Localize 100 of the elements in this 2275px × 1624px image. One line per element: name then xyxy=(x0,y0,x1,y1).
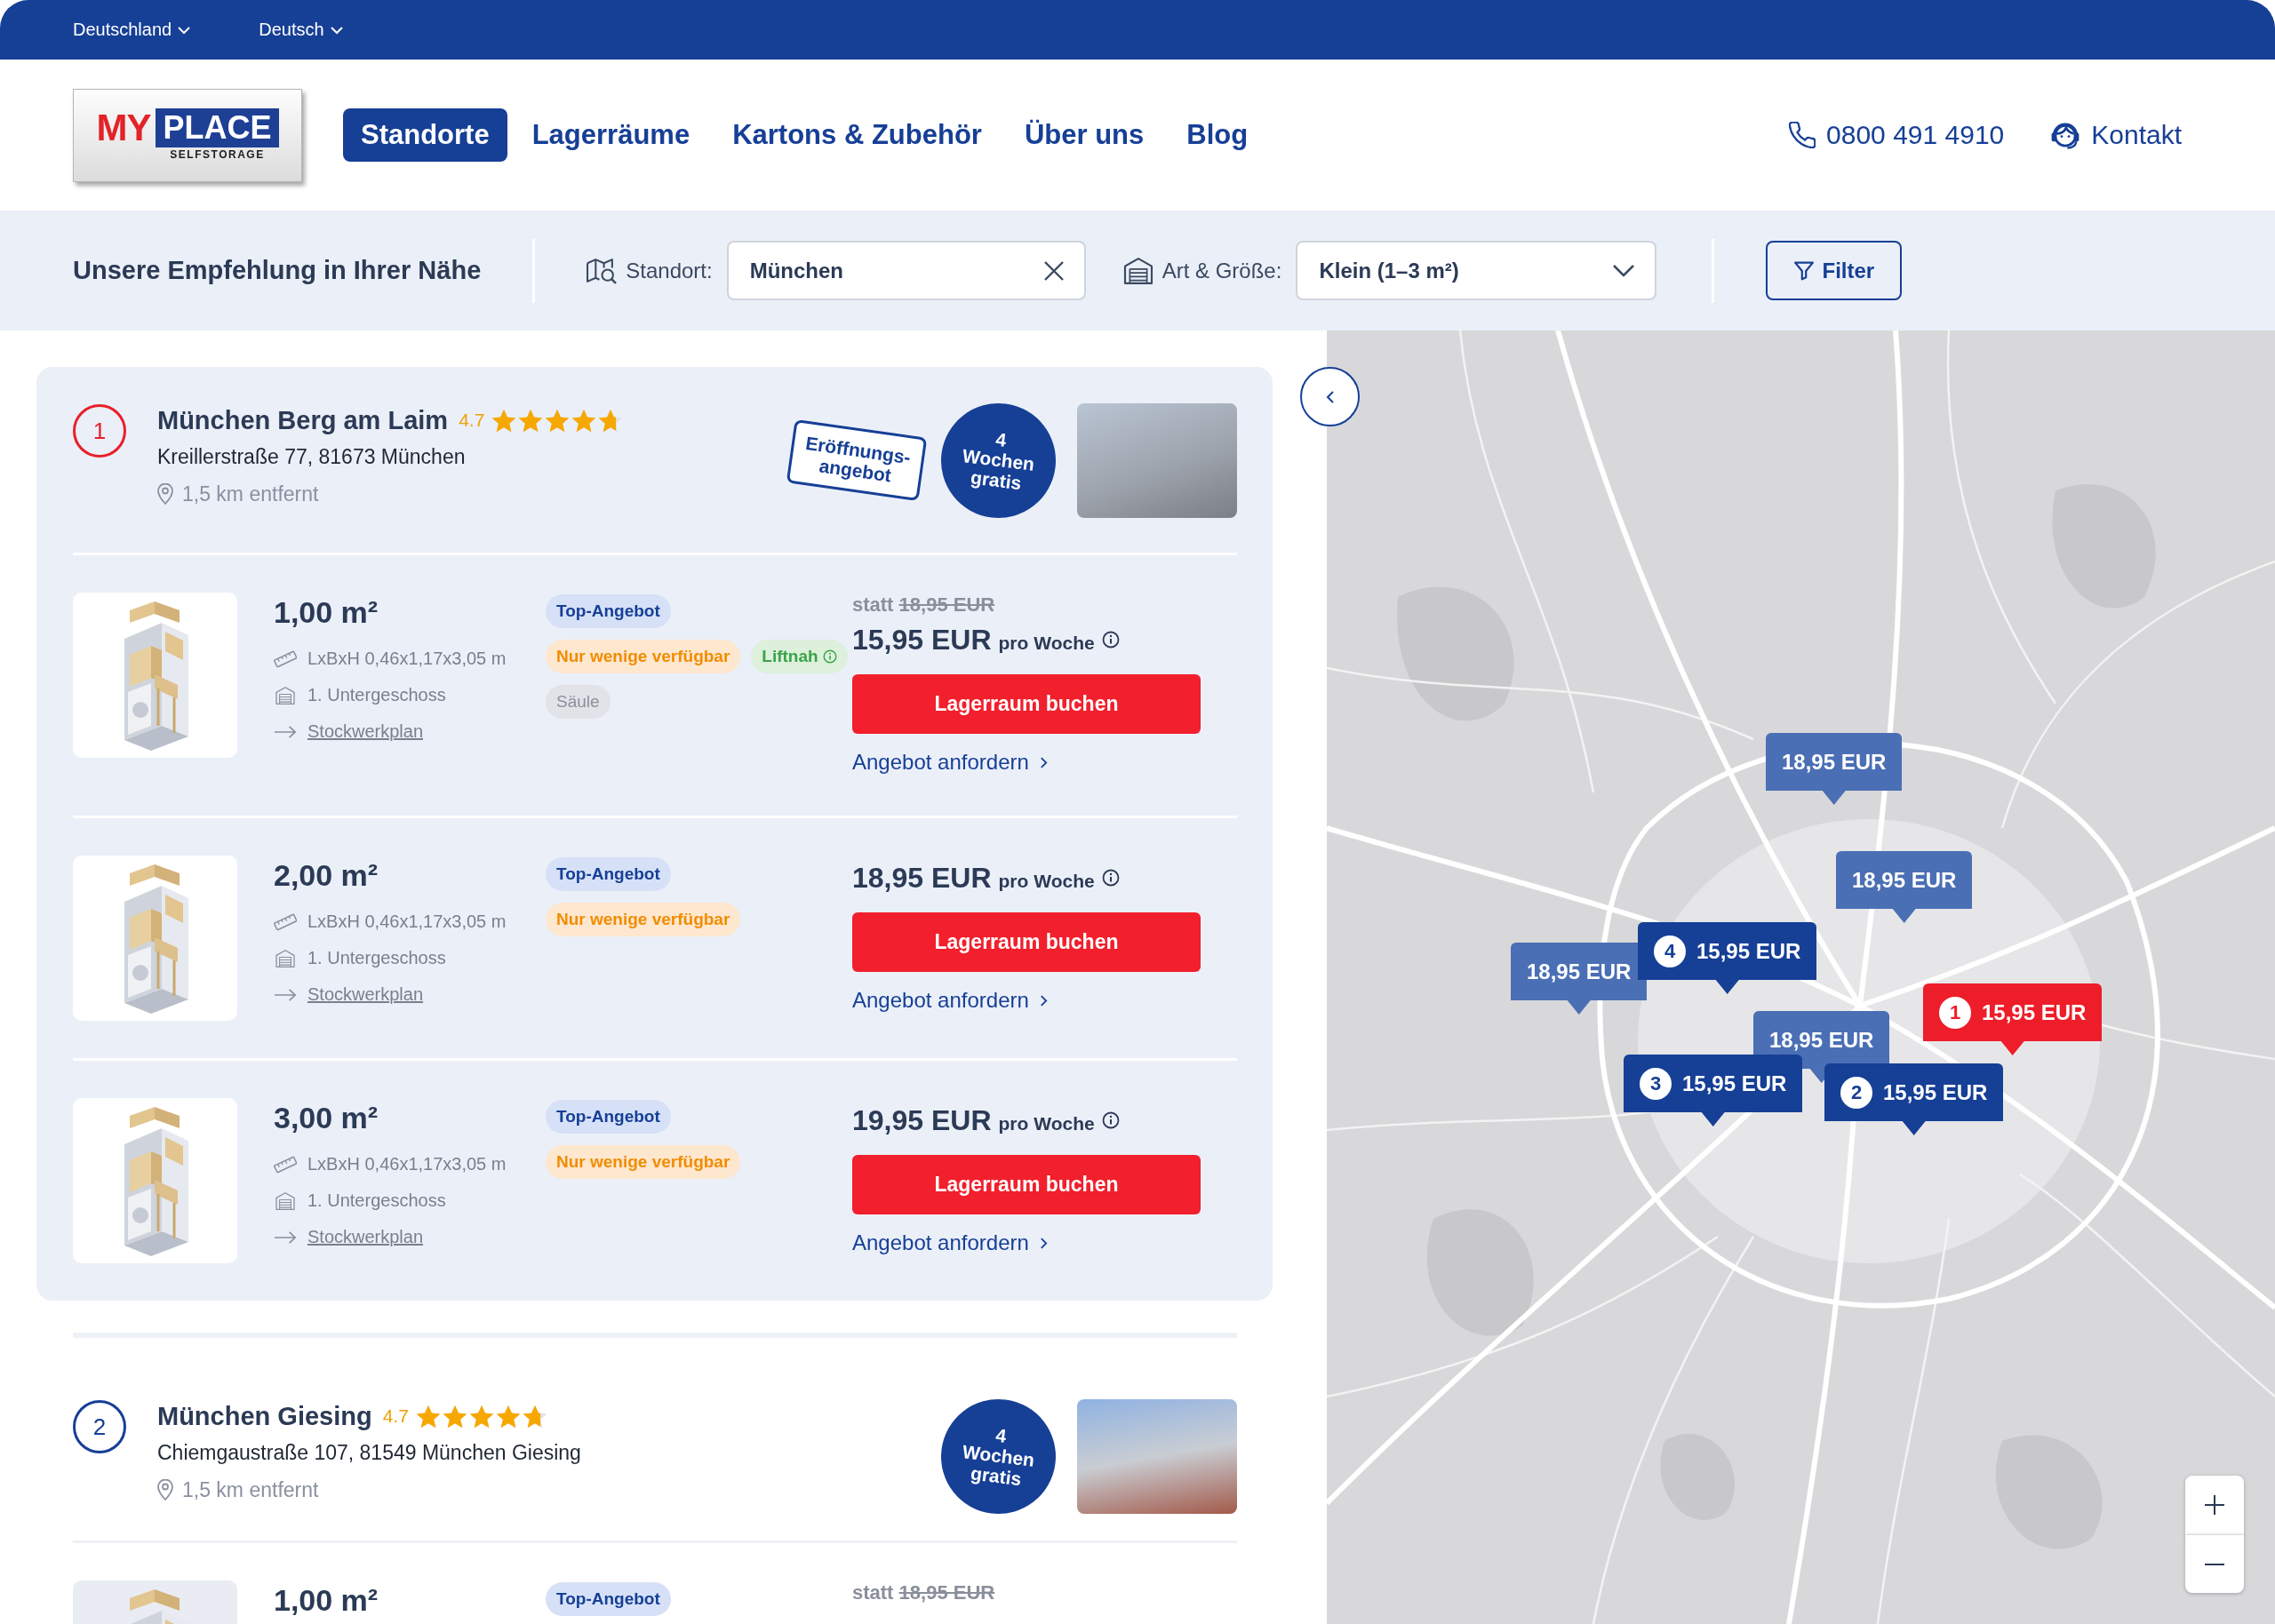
star-icon xyxy=(522,1404,547,1429)
price-unit: pro Woche xyxy=(998,1113,1095,1134)
nav-link[interactable]: Über uns xyxy=(1006,108,1162,162)
unit-detail: LxBxH 0,46x1,17x3,05 m xyxy=(307,1154,507,1174)
location-pin-icon xyxy=(157,1479,173,1501)
unit-size: 1,00 m² xyxy=(274,1582,379,1619)
info-icon[interactable] xyxy=(1101,1111,1120,1129)
marker-number: 1 xyxy=(1939,996,1971,1029)
availability-tag: Nur wenige verfügbar xyxy=(546,640,741,673)
storage-unit-drawing[interactable] xyxy=(73,1098,237,1263)
logo-tagline: SELFSTORAGE xyxy=(169,147,266,162)
map-search-icon xyxy=(587,257,618,284)
feature-tag: Säule xyxy=(546,685,611,719)
chevron-down-icon xyxy=(329,25,344,35)
info-icon[interactable] xyxy=(1101,631,1120,649)
location-pin-icon xyxy=(157,483,173,505)
contact-link[interactable]: Kontakt xyxy=(2050,120,2182,150)
chevron-down-icon xyxy=(177,25,192,35)
garage-icon xyxy=(274,1191,297,1210)
chevron-right-icon xyxy=(1039,993,1048,1007)
marker-number: 4 xyxy=(1654,935,1686,967)
quote-link[interactable]: Angebot anfordern xyxy=(852,984,1048,1016)
field-label: Standort: xyxy=(626,258,713,283)
unit-size: 3,00 m² xyxy=(274,1100,379,1136)
chevron-right-icon xyxy=(1039,1236,1048,1250)
offer-tag: Top-Angebot xyxy=(546,1582,671,1616)
quote-link[interactable]: Angebot anfordern xyxy=(852,746,1048,778)
star-icon xyxy=(491,408,517,433)
star-icon xyxy=(495,1404,521,1429)
phone-link[interactable]: 0800 491 4910 xyxy=(1789,120,2005,150)
distance-text: 1,5 km entfernt xyxy=(182,1477,319,1503)
field-label: Art & Größe: xyxy=(1161,258,1282,283)
logo-text: PLACE xyxy=(156,108,279,147)
storage-unit-drawing[interactable] xyxy=(73,856,237,1021)
quote-link[interactable]: Angebot anfordern xyxy=(852,1227,1048,1259)
star-icon xyxy=(518,408,544,433)
location-address: Kreillerstraße 77, 81673 München xyxy=(157,444,467,470)
nav-link[interactable]: Kartons & Zubehör xyxy=(714,108,1000,162)
logo[interactable]: MY PLACE SELFSTORAGE xyxy=(73,88,302,182)
price: 15,95 EUR xyxy=(852,623,992,657)
info-icon[interactable] xyxy=(1101,869,1120,887)
map-background[interactable] xyxy=(1327,330,2275,1624)
availability-tag: Nur wenige verfügbar xyxy=(546,1145,741,1179)
close-icon[interactable] xyxy=(1042,259,1065,282)
unit-detail: 1. Untergeschoss xyxy=(307,948,446,968)
filter-button[interactable]: Filter xyxy=(1766,241,1903,300)
feature-tag: Liftnah xyxy=(751,640,848,673)
ruler-icon xyxy=(274,649,297,668)
offer-tag: Top-Angebot xyxy=(546,594,671,628)
rating-value: 4.7 xyxy=(459,410,485,431)
star-icon xyxy=(598,408,624,433)
minus-icon xyxy=(2204,1563,2225,1565)
star-icon xyxy=(442,1404,467,1429)
offer-tag: Top-Angebot xyxy=(546,857,671,891)
photo-placeholder[interactable] xyxy=(1077,402,1237,518)
photo-placeholder[interactable] xyxy=(1077,1398,1237,1514)
ruler-icon xyxy=(274,1155,297,1174)
nav-link[interactable]: Standorte xyxy=(343,108,507,162)
unit-size: 2,00 m² xyxy=(274,857,379,894)
unit-detail: LxBxH 0,46x1,17x3,05 m xyxy=(307,649,507,669)
size-select[interactable]: Klein (1–3 m²) xyxy=(1296,241,1657,300)
locale-dropdown[interactable]: Deutschland xyxy=(73,20,192,40)
location-number: 2 xyxy=(73,1400,126,1453)
storage-unit-drawing[interactable] xyxy=(73,593,237,758)
previous-price: statt 18,95 EUR xyxy=(852,593,995,617)
unit-size: 1,00 m² xyxy=(274,594,379,631)
book-button[interactable]: Lagerraum buchen xyxy=(852,1155,1201,1214)
location-name[interactable]: München Berg am Laim xyxy=(157,405,449,435)
zoom-in-button[interactable] xyxy=(2185,1476,2244,1534)
chevron-down-icon xyxy=(1612,264,1636,277)
section-title: Unsere Empfehlung in Ihrer Nähe xyxy=(73,256,482,285)
chevron-right-icon xyxy=(1039,755,1048,769)
ruler-icon xyxy=(274,912,297,931)
garage-icon xyxy=(274,949,297,967)
star-icon xyxy=(468,1404,494,1429)
zoom-out-button[interactable] xyxy=(2185,1534,2244,1593)
nav-link[interactable]: Lagerräume xyxy=(514,108,708,162)
distance-text: 1,5 km entfernt xyxy=(182,482,319,507)
plus-icon xyxy=(2204,1494,2225,1516)
garage-icon xyxy=(1122,257,1153,284)
star-icon xyxy=(571,408,597,433)
marker-number: 2 xyxy=(1840,1076,1872,1109)
location-number: 1 xyxy=(73,404,126,458)
price: 19,95 EUR xyxy=(852,1103,992,1138)
location-name[interactable]: München Giesing xyxy=(157,1401,372,1431)
unit-detail: 1. Untergeschoss xyxy=(307,685,446,705)
star-icon xyxy=(545,408,571,433)
book-button[interactable]: Lagerraum buchen xyxy=(852,912,1201,972)
unit-detail: LxBxH 0,46x1,17x3,05 m xyxy=(307,912,507,932)
location-input[interactable]: München xyxy=(726,241,1086,300)
unit-detail: 1. Untergeschoss xyxy=(307,1190,446,1211)
book-button[interactable]: Lagerraum buchen xyxy=(852,674,1201,734)
locale-dropdown[interactable]: Deutsch xyxy=(259,20,344,40)
price: 18,95 EUR xyxy=(852,861,992,896)
rating-value: 4.7 xyxy=(382,1405,409,1427)
nav-link[interactable]: Blog xyxy=(1169,108,1266,162)
price-unit: pro Woche xyxy=(998,633,1095,654)
location-address: Chiemgaustraße 107, 81549 München Giesing xyxy=(157,1440,582,1466)
garage-icon xyxy=(274,686,297,705)
filter-icon xyxy=(1793,260,1814,281)
